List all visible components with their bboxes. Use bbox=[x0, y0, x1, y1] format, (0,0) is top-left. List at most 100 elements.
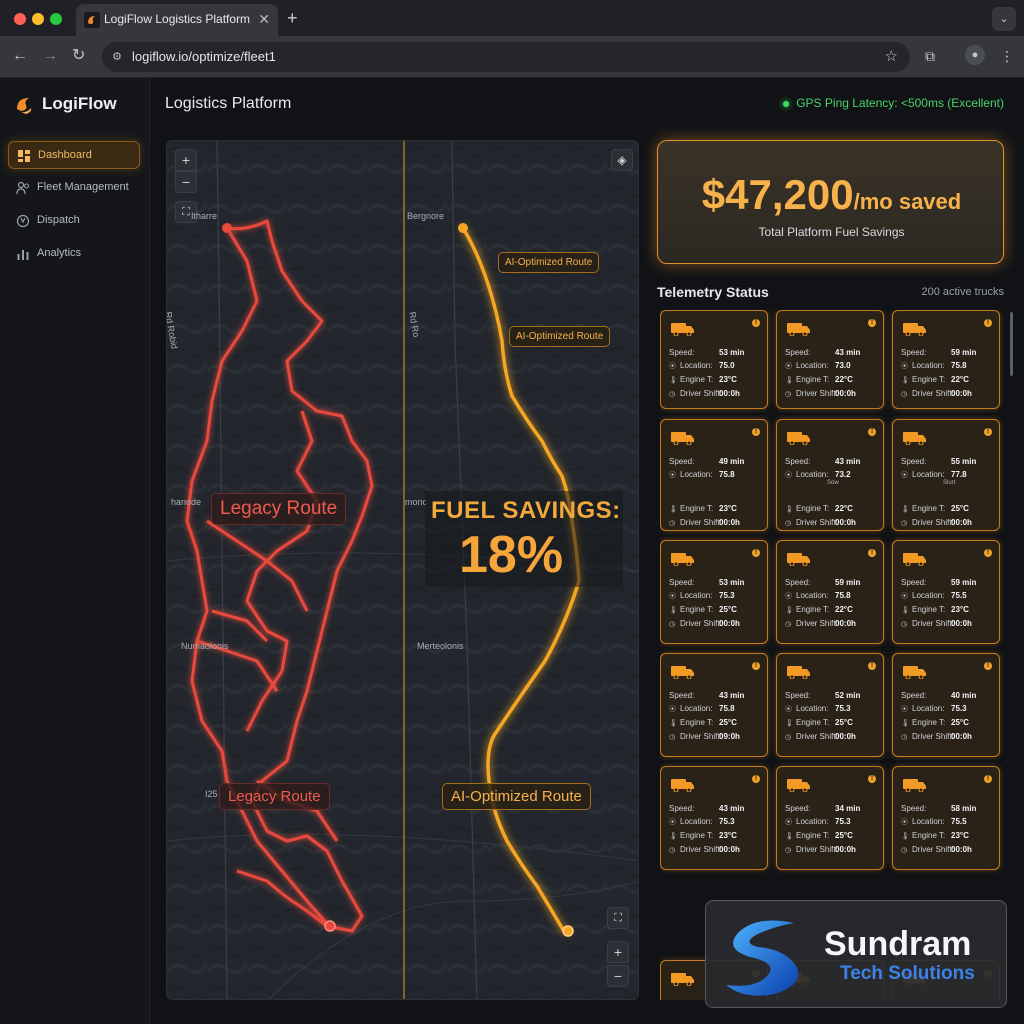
forward-arrow-icon[interactable]: → bbox=[42, 46, 58, 66]
url-text[interactable]: logiflow.io/optimize/fleet1 bbox=[132, 49, 276, 64]
sidebar-item-dispatch[interactable]: Dispatch bbox=[8, 207, 140, 235]
alert-icon[interactable]: ! bbox=[868, 549, 876, 557]
telemetry-scrollbar[interactable] bbox=[1010, 312, 1013, 376]
ai-end-marker bbox=[562, 925, 574, 937]
fuel-savings-title: FUEL SAVINGS: bbox=[431, 497, 621, 524]
truck-telemetry-card[interactable]: ! Speed: 53 min ⦿ Location: 75.3 🌡 Engine T: … bbox=[660, 540, 768, 644]
speed-label: Speed: bbox=[901, 348, 927, 357]
sidebar-item-analytics[interactable]: Analytics bbox=[8, 240, 140, 268]
alert-icon[interactable]: ! bbox=[984, 662, 992, 670]
new-tab-button[interactable]: + bbox=[287, 8, 298, 28]
engine-temp-label: Engine T: bbox=[680, 718, 714, 727]
location: ⦿ Location: 75.5 bbox=[901, 591, 967, 601]
truck-telemetry-card[interactable]: ! Speed: 43 min ⦿ Location: 75.8 🌡 Engine T: … bbox=[660, 653, 768, 757]
alert-icon[interactable]: ! bbox=[984, 549, 992, 557]
engine-temp-icon: 🌡 bbox=[901, 506, 910, 513]
engine-temp: 🌡 Engine T: 22°C bbox=[785, 605, 853, 614]
telemetry-grid[interactable]: ! Speed: 53 min ⦿ Location: 75.0 🌡 Engine T: … bbox=[660, 310, 1004, 1000]
location-value: 75.8 bbox=[719, 470, 735, 479]
driver-shift: ◷ Driver Shift: 00:0h bbox=[901, 518, 972, 527]
maximize-window-button[interactable] bbox=[50, 13, 62, 25]
engine-temp-icon: 🌡 bbox=[901, 833, 910, 840]
sidebar-item-fleet-management[interactable]: Fleet Management bbox=[8, 174, 140, 202]
sundram-name: Sundram bbox=[824, 925, 972, 963]
zoom-in-button[interactable]: + bbox=[175, 149, 197, 171]
engine-temp-label: Engine T: bbox=[912, 831, 946, 840]
reload-icon[interactable]: ↻ bbox=[72, 46, 85, 66]
location-label: Location: bbox=[796, 470, 829, 479]
location-label: Location: bbox=[796, 704, 829, 713]
truck-telemetry-card[interactable]: ! Speed: 40 min ⦿ Location: 75.3 🌡 Engine T: … bbox=[892, 653, 1000, 757]
alert-icon[interactable]: ! bbox=[984, 428, 992, 436]
speed-value: 58 min bbox=[951, 804, 977, 813]
alert-icon[interactable]: ! bbox=[984, 319, 992, 327]
speed: Speed: 43 min bbox=[669, 804, 744, 813]
alert-icon[interactable]: ! bbox=[752, 775, 760, 783]
location-icon: ⦿ bbox=[785, 593, 792, 600]
zoom-out-button[interactable]: − bbox=[175, 171, 197, 193]
address-bar[interactable]: ⚙ logiflow.io/optimize/fleet1 ☆ bbox=[102, 42, 910, 72]
browser-menu-icon[interactable]: ⋮ bbox=[1000, 47, 1014, 65]
zoom-out-button-2[interactable]: − bbox=[607, 965, 629, 987]
map-place-label: monc bbox=[405, 497, 428, 507]
truck-icon bbox=[903, 552, 927, 567]
site-settings-icon[interactable]: ⚙ bbox=[110, 50, 124, 64]
driver-shift-icon: ◷ bbox=[669, 734, 676, 741]
location-label: Location: bbox=[680, 591, 713, 600]
truck-icon bbox=[903, 431, 927, 446]
alert-icon[interactable]: ! bbox=[868, 319, 876, 327]
engine-temp-label: Engine T: bbox=[796, 718, 830, 727]
location-icon: ⦿ bbox=[785, 819, 792, 826]
sidebar-item-dashboard[interactable]: Dashboard bbox=[8, 141, 140, 169]
sidebar: LogiFlow Dashboard Fleet Management Disp… bbox=[0, 78, 150, 1024]
close-tab-icon[interactable]: ✕ bbox=[258, 11, 270, 27]
engine-temp-label: Engine T: bbox=[680, 831, 714, 840]
truck-telemetry-card[interactable]: ! Speed: 55 min ⦿ Location: 77.8 Slurt 🌡 Engin… bbox=[892, 419, 1000, 531]
close-window-button[interactable] bbox=[14, 13, 26, 25]
sundram-watermark: Sundram Tech Solutions bbox=[705, 900, 1007, 1008]
truck-telemetry-card[interactable]: ! Speed: 59 min ⦿ Location: 75.5 🌡 Engine T: … bbox=[892, 540, 1000, 644]
location-label: Location: bbox=[796, 591, 829, 600]
layers-icon[interactable]: ◈ bbox=[611, 149, 633, 171]
driver-shift: ◷ Driver Shift: 00:0h bbox=[785, 845, 856, 854]
tab-search-chevron-icon[interactable]: ⌄ bbox=[992, 7, 1016, 31]
browser-tab[interactable]: LogiFlow Logistics Platform ✕ bbox=[76, 4, 278, 36]
truck-telemetry-card[interactable]: ! Speed: 52 min ⦿ Location: 75.3 🌡 Engine T: … bbox=[776, 653, 884, 757]
alert-icon[interactable]: ! bbox=[868, 428, 876, 436]
extensions-icon[interactable]: ⧉ bbox=[925, 47, 935, 65]
truck-telemetry-card[interactable]: ! Speed: 43 min ⦿ Location: 73.0 🌡 Engine T: … bbox=[776, 310, 884, 409]
zoom-in-button-2[interactable]: + bbox=[607, 941, 629, 963]
truck-telemetry-card[interactable]: ! Speed: 43 min ⦿ Location: 75.3 🌡 Engine T: … bbox=[660, 766, 768, 870]
driver-shift: ◷ Driver Shift: 00:0h bbox=[901, 845, 972, 854]
route-comparison-map[interactable]: + − ⛶ ◈ ⛶ + − Itharre Bergnore hanode mo… bbox=[166, 140, 639, 1000]
driver-shift-icon: ◷ bbox=[785, 734, 792, 741]
truck-telemetry-card[interactable]: ! Speed: 49 min ⦿ Location: 75.8 🌡 Engine T: … bbox=[660, 419, 768, 531]
page-title: Logistics Platform bbox=[165, 95, 292, 112]
alert-icon[interactable]: ! bbox=[868, 662, 876, 670]
alert-icon[interactable]: ! bbox=[868, 775, 876, 783]
minimize-window-button[interactable] bbox=[32, 13, 44, 25]
truck-telemetry-card[interactable]: ! Speed: 59 min ⦿ Location: 75.8 🌡 Engine T: … bbox=[776, 540, 884, 644]
back-arrow-icon[interactable]: ← bbox=[12, 46, 28, 66]
location-icon: ⦿ bbox=[669, 706, 676, 713]
driver-shift-icon: ◷ bbox=[785, 621, 792, 628]
profile-avatar-icon[interactable]: ● bbox=[965, 45, 985, 65]
truck-telemetry-card[interactable]: ! Speed: 53 min ⦿ Location: 75.0 🌡 Engine T: … bbox=[660, 310, 768, 409]
alert-icon[interactable]: ! bbox=[752, 428, 760, 436]
truck-telemetry-card[interactable]: ! Speed: 58 min ⦿ Location: 75.5 🌡 Engine T: … bbox=[892, 766, 1000, 870]
location: ⦿ Location: 75.3 bbox=[669, 817, 735, 827]
bookmark-star-icon[interactable]: ☆ bbox=[885, 47, 898, 65]
alert-icon[interactable]: ! bbox=[752, 662, 760, 670]
location: ⦿ Location: 77.8 bbox=[901, 470, 967, 480]
alert-icon[interactable]: ! bbox=[752, 549, 760, 557]
engine-temp-icon: 🌡 bbox=[901, 607, 910, 614]
driver-shift-label: Driver Shift: bbox=[912, 389, 954, 398]
alert-icon[interactable]: ! bbox=[752, 319, 760, 327]
truck-telemetry-card[interactable]: ! Speed: 59 min ⦿ Location: 75.8 🌡 Engine T: … bbox=[892, 310, 1000, 409]
engine-temp-icon: 🌡 bbox=[785, 377, 794, 384]
truck-telemetry-card[interactable]: ! Speed: 43 min ⦿ Location: 73.2 Sow 🌡 Engine … bbox=[776, 419, 884, 531]
alert-icon[interactable]: ! bbox=[984, 775, 992, 783]
fullscreen-icon-2[interactable]: ⛶ bbox=[607, 907, 629, 929]
gps-latency-text: GPS Ping Latency: <500ms (Excellent) bbox=[796, 96, 1004, 110]
truck-telemetry-card[interactable]: ! Speed: 34 min ⦿ Location: 75.3 🌡 Engine T: … bbox=[776, 766, 884, 870]
